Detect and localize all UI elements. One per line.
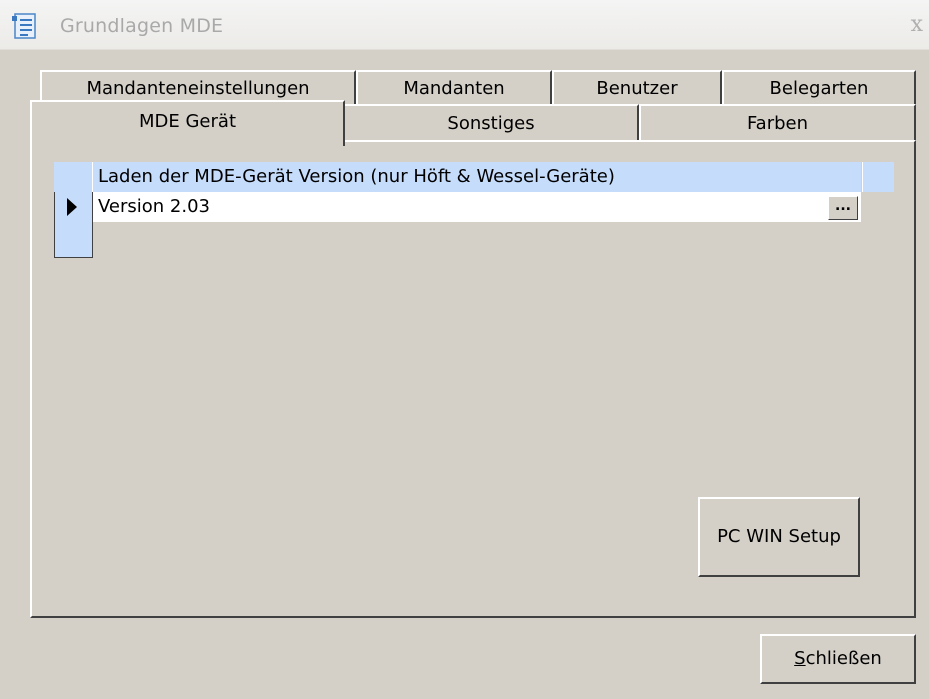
row-selector[interactable] [54,192,93,258]
close-icon[interactable]: x [911,12,923,37]
grid-header-corner [54,162,93,192]
version-grid: Laden der MDE-Gerät Version (nur Höft & … [54,162,894,260]
tab-farben[interactable]: Farben [639,104,916,142]
version-cell[interactable]: Version 2.03 [93,192,861,222]
close-button[interactable]: Schließen [760,634,916,684]
close-button-mnemonic: S [794,648,806,669]
list-document-icon [12,12,38,40]
tab-belegarten[interactable]: Belegarten [722,70,916,106]
grid-header-end [862,162,894,192]
browse-button[interactable]: ... [828,196,858,220]
window-title: Grundlagen MDE [60,15,224,37]
tab-sonstiges[interactable]: Sonstiges [343,104,639,142]
close-button-label: chließen [805,648,882,669]
grid-column-header: Laden der MDE-Gerät Version (nur Höft & … [93,162,861,192]
tab-mandanten[interactable]: Mandanten [356,70,552,106]
tab-benutzer[interactable]: Benutzer [552,70,722,106]
current-row-arrow-icon [67,198,77,216]
pc-win-setup-button[interactable]: PC WIN Setup [698,497,860,577]
tab-panel-mde-geraet: Laden der MDE-Gerät Version (nur Höft & … [30,140,916,618]
tab-mde-geraet[interactable]: MDE Gerät [30,100,345,146]
dialog-window: Grundlagen MDE x Mandanteneinstellungen … [0,0,929,699]
title-bar[interactable]: Grundlagen MDE x [0,0,929,50]
